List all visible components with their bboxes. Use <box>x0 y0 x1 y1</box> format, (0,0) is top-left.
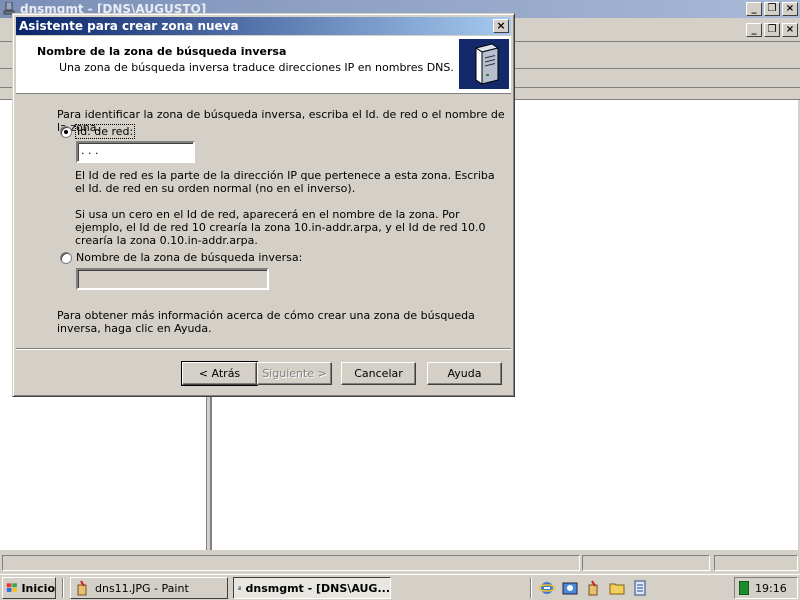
status-bar <box>0 553 800 573</box>
status-cell-3 <box>714 555 798 571</box>
close-icon[interactable]: × <box>493 19 509 33</box>
clock[interactable]: 19:16 <box>755 582 787 595</box>
child-restore-icon[interactable]: ❐ <box>764 23 780 37</box>
paint-quicklaunch-icon[interactable] <box>586 580 602 596</box>
notepad-icon[interactable] <box>632 580 648 596</box>
status-cell-2 <box>582 555 710 571</box>
wizard-header: Nombre de la zona de búsqueda inversa Un… <box>16 36 511 94</box>
child-window-buttons: _ ❐ × <box>746 23 798 37</box>
start-button[interactable]: Inicio <box>2 577 56 599</box>
network-id-option[interactable]: Id. de red: <box>60 124 136 139</box>
task-paint[interactable]: dns11.JPG - Paint <box>70 577 228 599</box>
dns-server-icon <box>459 39 509 89</box>
windows-logo-icon <box>6 583 17 592</box>
restore-icon[interactable]: ❐ <box>764 2 780 16</box>
network-id-label[interactable]: Id. de red: <box>74 124 136 139</box>
taskbar-separator <box>62 578 64 598</box>
dialog-titlebar[interactable]: Asistente para crear zona nueva × <box>16 17 511 35</box>
zone-name-label[interactable]: Nombre de la zona de búsqueda inversa: <box>76 251 302 264</box>
network-status-icon[interactable] <box>739 581 749 595</box>
taskbar: Inicio dns11.JPG - Paint dnsmgmt - [DNS\… <box>0 574 800 600</box>
task-dnsmgmt-label: dnsmgmt - [DNS\AUG... <box>245 581 390 595</box>
child-close-icon[interactable]: × <box>782 23 798 37</box>
internet-explorer-icon[interactable] <box>539 580 555 596</box>
dns-console-icon <box>238 586 242 590</box>
task-paint-label: dns11.JPG - Paint <box>95 581 189 595</box>
child-minimize-icon[interactable]: _ <box>746 23 762 37</box>
zone-name-option[interactable]: Nombre de la zona de búsqueda inversa: <box>60 251 302 264</box>
zone-name-radio[interactable] <box>60 251 72 264</box>
start-label: Inicio <box>21 581 55 595</box>
status-cell-main <box>2 555 580 571</box>
system-tray: 19:16 <box>734 577 798 599</box>
zone-name-input[interactable] <box>76 268 269 290</box>
background-window-buttons: _ ❐ × <box>746 2 798 16</box>
zero-id-explanation: Si usa un cero en el Id de red, aparecer… <box>75 208 486 247</box>
back-button[interactable]: < Atrás <box>181 361 258 386</box>
task-dnsmgmt[interactable]: dnsmgmt - [DNS\AUG... <box>233 577 391 599</box>
wizard-page-title: Nombre de la zona de búsqueda inversa <box>37 45 287 58</box>
close-icon[interactable]: × <box>782 2 798 16</box>
outlook-express-icon[interactable] <box>562 580 578 596</box>
new-zone-wizard-dialog: Asistente para crear zona nueva × Nombre… <box>12 13 515 397</box>
cancel-button[interactable]: Cancelar <box>341 362 416 385</box>
folder-icon[interactable] <box>609 580 625 596</box>
wizard-page-subtitle: Una zona de búsqueda inversa traduce dir… <box>59 61 454 74</box>
paint-icon <box>77 580 87 596</box>
network-id-input[interactable]: . . . <box>76 141 195 163</box>
help-text: Para obtener más información acerca de c… <box>57 309 475 335</box>
minimize-icon[interactable]: _ <box>746 2 762 16</box>
help-button[interactable]: Ayuda <box>427 362 502 385</box>
network-id-radio[interactable] <box>60 125 72 138</box>
next-button[interactable]: Siguiente > <box>257 362 332 385</box>
network-id-description: El Id de red es la parte de la dirección… <box>75 169 495 195</box>
quicklaunch-separator <box>530 578 532 598</box>
button-separator <box>16 348 511 350</box>
dialog-title: Asistente para crear zona nueva <box>19 19 239 33</box>
